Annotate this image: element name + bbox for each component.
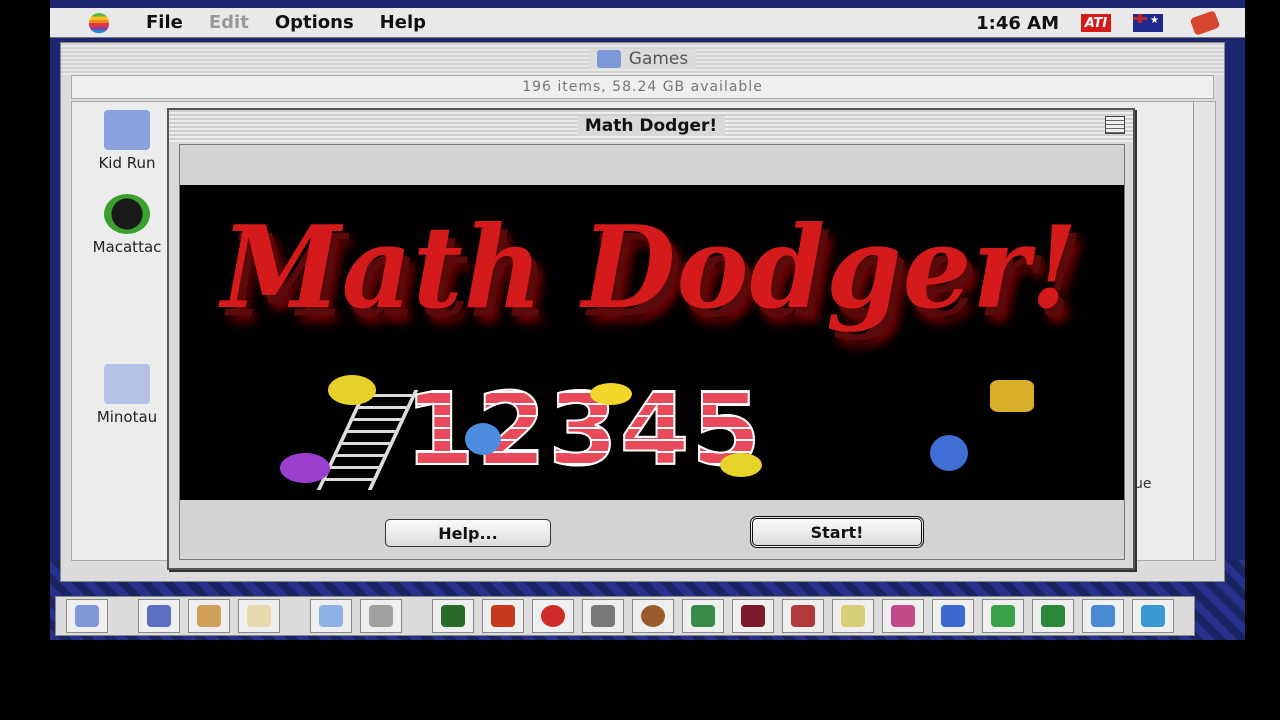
- splash-number: 1: [404, 371, 476, 488]
- finder-title: Games: [628, 49, 689, 69]
- finder-icon[interactable]: [66, 599, 108, 633]
- blue-creature-icon: [930, 435, 968, 471]
- robot-icon[interactable]: [782, 599, 824, 633]
- menu-edit[interactable]: Edit: [209, 12, 249, 33]
- help-button[interactable]: Help...: [385, 519, 551, 547]
- folder-icon: [104, 364, 150, 404]
- menu-clock[interactable]: 1:46 AM: [976, 13, 1059, 34]
- purple-creature-icon: [280, 453, 330, 483]
- dialog-title-bar[interactable]: Math Dodger!: [169, 110, 1133, 142]
- icon-label: Minotau: [96, 408, 158, 426]
- blue-creature-icon: [465, 423, 501, 455]
- dialog-body: Math Dodger! 1 2 3 4 5 Help... Start!: [179, 144, 1125, 560]
- person-icon[interactable]: [1082, 599, 1124, 633]
- sword-icon[interactable]: [932, 599, 974, 633]
- menu-options[interactable]: Options: [275, 12, 354, 33]
- drive-icon[interactable]: [188, 599, 230, 633]
- octopus-icon[interactable]: [882, 599, 924, 633]
- application-icon: [1189, 10, 1221, 36]
- frog-icon-2[interactable]: [1032, 599, 1074, 633]
- game-icon-1[interactable]: [432, 599, 474, 633]
- splash-number: 4: [619, 371, 691, 488]
- game-icon-2[interactable]: [482, 599, 524, 633]
- icon-label: Kid Run: [98, 154, 156, 172]
- bee-creature-icon: [328, 375, 376, 405]
- dialog-title: Math Dodger!: [576, 116, 726, 136]
- math-dodger-dialog: Math Dodger! Math Dodger! 1 2 3 4 5 Help…: [167, 108, 1135, 570]
- finder-scrollbar[interactable]: [1193, 102, 1215, 560]
- cloud-icon[interactable]: [310, 599, 352, 633]
- note-icon[interactable]: [238, 599, 280, 633]
- copy-icon[interactable]: [360, 599, 402, 633]
- icon-label: Macattac: [92, 238, 162, 256]
- apple-icon: [89, 12, 109, 33]
- games-folder-icon: [596, 50, 621, 68]
- folder-icon: [104, 110, 150, 150]
- splash-image: Math Dodger! 1 2 3 4 5: [180, 185, 1124, 500]
- app-macattac[interactable]: Macattac: [82, 194, 172, 256]
- cross-icon[interactable]: [582, 599, 624, 633]
- menu-file[interactable]: File: [146, 12, 183, 33]
- partial-icon-label: ue: [1134, 476, 1152, 492]
- start-button[interactable]: Start!: [750, 516, 924, 548]
- frog-icon[interactable]: [982, 599, 1024, 633]
- ladder-graphic: [316, 390, 419, 490]
- finder-info-bar: 196 items, 58.24 GB available: [71, 75, 1214, 99]
- window-collapse-box[interactable]: [1105, 116, 1125, 134]
- disk-icon[interactable]: [138, 599, 180, 633]
- face-icon[interactable]: [632, 599, 674, 633]
- finder-title-bar[interactable]: Games: [61, 43, 1224, 75]
- menu-right-extras: 1:46 AM ATI: [976, 8, 1225, 38]
- keyboard-layout-flag-icon[interactable]: [1133, 14, 1163, 32]
- folder-minotaur[interactable]: Minotau: [82, 364, 172, 426]
- ninja-icon[interactable]: [732, 599, 774, 633]
- target-icon[interactable]: [532, 599, 574, 633]
- bird-creature-icon: [990, 380, 1034, 412]
- menu-bar: File Edit Options Help 1:46 AM ATI: [50, 8, 1245, 38]
- yellow-creature-icon: [720, 453, 762, 477]
- ati-icon[interactable]: ATI: [1081, 14, 1111, 32]
- finder-title-label: Games: [588, 49, 697, 69]
- splash-numbers: 1 2 3 4 5: [404, 371, 763, 488]
- mask-icon[interactable]: [682, 599, 724, 633]
- ankh-icon[interactable]: [832, 599, 874, 633]
- person-icon-2[interactable]: [1132, 599, 1174, 633]
- apple-menu[interactable]: [78, 8, 120, 38]
- yellow-creature-icon: [590, 383, 632, 405]
- application-menu[interactable]: [1185, 8, 1225, 38]
- macattac-icon: [104, 194, 150, 234]
- folder-kid-run[interactable]: Kid Run: [82, 110, 172, 172]
- splash-title: Math Dodger!: [221, 201, 1079, 335]
- menu-help[interactable]: Help: [380, 12, 426, 33]
- launcher-strip: [55, 596, 1195, 636]
- screen: File Edit Options Help 1:46 AM ATI Games…: [50, 0, 1245, 640]
